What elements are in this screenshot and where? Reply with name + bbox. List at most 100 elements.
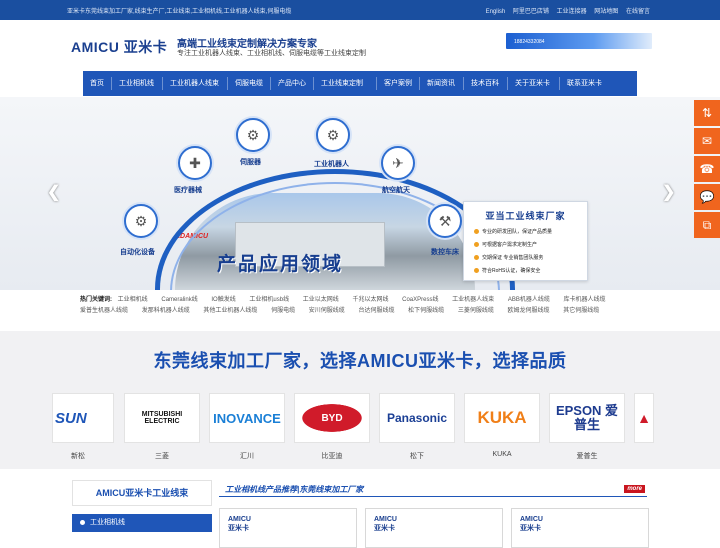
link-online-message[interactable]: 在线留言: [626, 9, 650, 15]
link-industrial-connector[interactable]: 工业连接器: [557, 9, 587, 15]
robot-arm-icon: ⚙: [316, 118, 350, 152]
check-icon: [474, 229, 479, 235]
application-label: 医疗器械: [174, 187, 202, 194]
product-card-logo: AMICU 亚米卡: [520, 516, 543, 532]
site-logo[interactable]: AMICU 亚米卡: [71, 37, 167, 57]
brand-logo-partial[interactable]: ▲: [634, 393, 654, 443]
nav-robot-harness[interactable]: 工业机器人线束: [170, 71, 219, 96]
more-button[interactable]: more: [624, 485, 645, 493]
application-label: 工业机器人: [314, 161, 349, 168]
medical-icon: ✚: [178, 146, 212, 180]
brand-logo-panasonic[interactable]: Panasonic: [379, 393, 455, 443]
check-icon: [474, 255, 479, 261]
top-links: English 阿里巴巴店铺 工业连接器 网站地图 在线留言: [480, 6, 650, 15]
nav-tech[interactable]: 技术百科: [471, 71, 499, 96]
chat-icon[interactable]: 💬: [694, 184, 720, 210]
link-sitemap[interactable]: 网站地图: [594, 9, 618, 15]
nav-news[interactable]: 新闻资讯: [427, 71, 455, 96]
keyword-link[interactable]: 工业以太网线: [303, 297, 339, 303]
nav-divider: [270, 77, 271, 90]
keyword-link[interactable]: 三菱伺服线缆: [458, 308, 494, 314]
keyword-link[interactable]: 千兆以太网线: [352, 297, 388, 303]
keyword-link[interactable]: 工业相机usb线: [249, 297, 289, 303]
product-section-header: 工业相机线产品推荐|东莞线束加工厂家 more: [219, 481, 647, 497]
header-subslogan: 专注工业机器人线束、工业相机线、伺服电缆等工业线束定制: [177, 50, 366, 57]
nav-cases[interactable]: 客户案例: [384, 71, 412, 96]
partner-brands: 东莞线束加工厂家，选择AMICU亚米卡，选择品质 SUN 新松 MITSUBIS…: [0, 331, 720, 469]
brand-logo-epson[interactable]: EPSON 爱普生: [549, 393, 625, 443]
nav-about[interactable]: 关于亚米卡: [515, 71, 550, 96]
hero-banner[interactable]: ADAMICU ⚙ 伺服器 ⚙ 工业机器人 ✚ 医疗器械 ✈ 航空航天 ⚙ 自动…: [0, 97, 720, 290]
sidebar-item-camera-cable[interactable]: 工业相机线: [72, 514, 212, 532]
nav-divider: [376, 77, 377, 90]
product-card[interactable]: AMICU 亚米卡: [219, 508, 357, 548]
keyword-link[interactable]: 工业机器人线束: [452, 297, 494, 303]
nav-divider: [419, 77, 420, 90]
mail-icon[interactable]: ✉: [694, 128, 720, 154]
brand-caption: 爱普生: [576, 453, 598, 460]
nav-products[interactable]: 产品中心: [278, 71, 306, 96]
product-card-logo: AMICU 亚米卡: [228, 516, 251, 532]
nav-divider: [507, 77, 508, 90]
bullet-icon: [80, 519, 85, 525]
keyword-link[interactable]: 安川伺服线缆: [309, 308, 345, 314]
keyword-link[interactable]: 伺服电缆: [271, 308, 295, 314]
application-label: 数控车床: [431, 249, 459, 256]
feature-card-title: 亚当工业线束厂家: [485, 211, 566, 221]
keyword-link[interactable]: 台达伺服线缆: [358, 308, 394, 314]
brand-caption: 松下: [410, 453, 424, 460]
nav-industrial-camera-cable[interactable]: 工业相机线: [119, 71, 154, 96]
top-bar: 亚米卡东莞线束加工厂家,线束生产厂,工业线束,工业相机线,工业机器人线束,伺服电…: [0, 0, 720, 20]
brand-logo-mitsubishi[interactable]: MITSUBISHI ELECTRIC: [124, 393, 200, 443]
keyword-link[interactable]: 松下伺服线缆: [408, 308, 444, 314]
brands-title: 东莞线束加工厂家，选择AMICU亚米卡，选择品质: [153, 351, 567, 371]
check-icon: [474, 268, 479, 274]
keyword-link[interactable]: 库卡机器人线缆: [564, 297, 606, 303]
product-card[interactable]: AMICU 亚米卡: [511, 508, 649, 548]
nav-contact[interactable]: 联系亚米卡: [567, 71, 602, 96]
brand-logo-inovance[interactable]: INOVANCE: [209, 393, 285, 443]
nav-custom-harness[interactable]: 工业线束定制: [321, 71, 363, 96]
automation-icon: ⚙: [124, 204, 158, 238]
keyword-link[interactable]: IO触发线: [211, 297, 235, 303]
brand-logo-siasun[interactable]: SUN: [52, 393, 114, 443]
application-label: 自动化设备: [120, 249, 155, 256]
product-card[interactable]: AMICU 亚米卡: [365, 508, 503, 548]
servo-icon: ⚙: [236, 118, 270, 152]
keyword-link[interactable]: ABB机器人线缆: [508, 297, 550, 303]
keyword-link[interactable]: 欧姆龙伺服线缆: [508, 308, 550, 314]
link-alibaba-store[interactable]: 阿里巴巴店铺: [513, 9, 549, 15]
contact-phone: 18824332084: [514, 39, 545, 45]
nav-home[interactable]: 首页: [90, 71, 104, 96]
keyword-link[interactable]: 其它伺服线缆: [563, 308, 599, 314]
keyword-link[interactable]: 其他工业机器人线缆: [203, 308, 257, 314]
feature-item: 交期保证 专业销售团队服务: [474, 254, 543, 261]
brand-logo-kuka[interactable]: KUKA: [464, 393, 540, 443]
qr-code-icon[interactable]: ⇅: [694, 100, 720, 126]
link-english[interactable]: English: [486, 9, 506, 15]
banner-title: 产品应用领域: [217, 254, 344, 275]
phone-icon[interactable]: ☎: [694, 156, 720, 182]
feature-item: 符合RoHS认证，确保安全: [474, 267, 540, 274]
brand-logo-byd[interactable]: BYD: [294, 393, 370, 443]
keyword-link[interactable]: 爱普生机器人线缆: [80, 308, 128, 314]
feature-card: 亚当工业线束厂家 专业的研发团队，保证产品质量 可根据客户需求定制生产 交期保证…: [463, 201, 588, 281]
nav-divider: [111, 77, 112, 90]
keyword-link[interactable]: 工业相机线: [118, 297, 148, 303]
site-header: AMICU 亚米卡 高端工业线束定制解决方案专家 专注工业机器人线束、工业相机线…: [0, 20, 720, 70]
brand-caption: 新松: [71, 453, 85, 460]
chevron-left-icon[interactable]: ❮: [47, 182, 60, 202]
keyword-link[interactable]: 发那科机器人线缆: [142, 308, 190, 314]
nav-divider: [463, 77, 464, 90]
hot-keywords: 热门关键词: 工业相机线 Cameralink线 IO触发线 工业相机usb线 …: [80, 295, 650, 317]
product-card-logo: AMICU 亚米卡: [374, 516, 397, 532]
contact-banner[interactable]: 18824332084: [506, 33, 652, 49]
keyword-link[interactable]: Cameralink线: [161, 297, 197, 303]
application-label: 航空航天: [382, 187, 410, 194]
keyword-link[interactable]: CoaXPress线: [402, 297, 438, 303]
back-to-top-icon[interactable]: ⧉: [694, 212, 720, 238]
chevron-right-icon[interactable]: ❯: [662, 182, 675, 202]
nav-divider: [313, 77, 314, 90]
nav-servo-cable[interactable]: 伺服电缆: [235, 71, 263, 96]
nav-divider: [162, 77, 163, 90]
